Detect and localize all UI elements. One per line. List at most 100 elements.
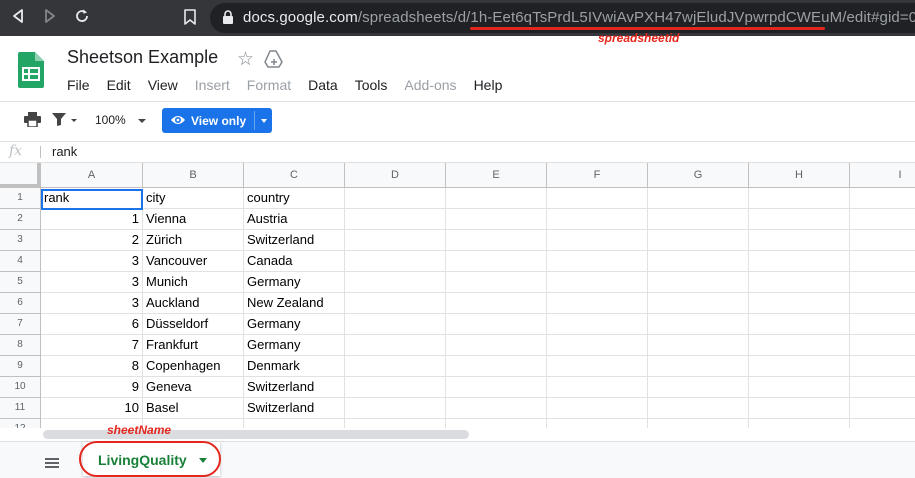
grid-cell[interactable] <box>749 398 850 419</box>
grid-cell[interactable] <box>446 293 547 314</box>
document-title[interactable]: Sheetson Example <box>67 47 218 68</box>
grid-cell[interactable] <box>648 230 749 251</box>
grid-cell[interactable] <box>648 398 749 419</box>
print-icon[interactable] <box>24 112 41 132</box>
menu-format[interactable]: Format <box>247 77 291 93</box>
column-header-i[interactable]: I <box>850 163 915 188</box>
grid-cell[interactable]: 3 <box>41 272 143 293</box>
grid-cell[interactable]: Austria <box>244 209 345 230</box>
grid-cell[interactable]: 2 <box>41 230 143 251</box>
grid-cell[interactable] <box>446 377 547 398</box>
grid-cell[interactable] <box>648 293 749 314</box>
grid-cell[interactable] <box>446 188 547 209</box>
menu-help[interactable]: Help <box>474 77 503 93</box>
grid-cell[interactable] <box>850 419 915 428</box>
grid-cell[interactable] <box>345 293 446 314</box>
grid-cell[interactable]: Copenhagen <box>143 356 244 377</box>
grid-cell[interactable] <box>446 419 547 428</box>
grid-cell[interactable] <box>850 314 915 335</box>
grid-cell[interactable] <box>446 209 547 230</box>
grid-cell[interactable] <box>345 314 446 335</box>
grid-cell[interactable]: Switzerland <box>244 230 345 251</box>
menu-file[interactable]: File <box>67 77 90 93</box>
grid-cell[interactable] <box>244 419 345 428</box>
row-header[interactable]: 9 <box>0 356 41 377</box>
grid-cell[interactable] <box>648 377 749 398</box>
move-to-drive-icon[interactable] <box>264 50 284 68</box>
grid-cell[interactable] <box>648 356 749 377</box>
grid-cell[interactable] <box>446 398 547 419</box>
grid-cell[interactable] <box>850 209 915 230</box>
view-only-button[interactable]: View only <box>162 108 272 133</box>
bookmark-icon[interactable] <box>183 8 199 28</box>
grid-cell[interactable] <box>446 356 547 377</box>
all-sheets-icon[interactable] <box>45 455 59 473</box>
row-header[interactable]: 7 <box>0 314 41 335</box>
column-header-f[interactable]: F <box>547 163 648 188</box>
column-header-e[interactable]: E <box>446 163 547 188</box>
grid-cell[interactable]: Canada <box>244 251 345 272</box>
zoom-chevron-down-icon[interactable] <box>138 119 146 123</box>
url-text[interactable]: docs.google.com/spreadsheets/d/1h-Eet6qT… <box>243 8 915 28</box>
grid-cell[interactable] <box>749 335 850 356</box>
grid-cell[interactable]: 1 <box>41 209 143 230</box>
grid-cell[interactable] <box>749 356 850 377</box>
grid-cell[interactable] <box>547 251 648 272</box>
grid-cell[interactable] <box>749 377 850 398</box>
grid-cell[interactable] <box>749 188 850 209</box>
grid-cell[interactable]: Basel <box>143 398 244 419</box>
grid-cell[interactable] <box>345 272 446 293</box>
filter-icon[interactable] <box>52 112 78 132</box>
grid-cell[interactable]: 3 <box>41 293 143 314</box>
grid-cell[interactable]: 7 <box>41 335 143 356</box>
grid-cell[interactable]: Switzerland <box>244 377 345 398</box>
row-header[interactable]: 12 <box>0 419 41 428</box>
column-header-g[interactable]: G <box>648 163 749 188</box>
menu-tools[interactable]: Tools <box>355 77 388 93</box>
grid-cell[interactable]: Switzerland <box>244 398 345 419</box>
grid-cell[interactable] <box>345 419 446 428</box>
row-header[interactable]: 6 <box>0 293 41 314</box>
column-header-b[interactable]: B <box>143 163 244 188</box>
grid-cell[interactable]: Vienna <box>143 209 244 230</box>
grid-cell[interactable]: Düsseldorf <box>143 314 244 335</box>
grid-cell[interactable]: 9 <box>41 377 143 398</box>
forward-icon[interactable] <box>40 8 60 28</box>
grid-cell[interactable]: Geneva <box>143 377 244 398</box>
grid-cell[interactable]: Zürich <box>143 230 244 251</box>
grid-cell[interactable] <box>547 377 648 398</box>
reload-icon[interactable] <box>72 8 92 28</box>
grid-cell[interactable] <box>749 230 850 251</box>
grid-cell[interactable] <box>446 272 547 293</box>
row-header[interactable]: 11 <box>0 398 41 419</box>
menu-addons[interactable]: Add-ons <box>404 77 456 93</box>
grid-cell[interactable] <box>547 398 648 419</box>
grid-cell[interactable]: Munich <box>143 272 244 293</box>
grid-cell[interactable] <box>547 209 648 230</box>
grid-cell[interactable]: 3 <box>41 251 143 272</box>
grid-cell[interactable] <box>345 398 446 419</box>
grid-cell[interactable] <box>749 251 850 272</box>
grid-cell[interactable] <box>345 209 446 230</box>
grid-cell[interactable] <box>749 272 850 293</box>
grid-cell[interactable] <box>547 356 648 377</box>
grid-cell[interactable] <box>345 377 446 398</box>
menu-view[interactable]: View <box>148 77 178 93</box>
row-header[interactable]: 8 <box>0 335 41 356</box>
row-header[interactable]: 5 <box>0 272 41 293</box>
grid-cell[interactable] <box>547 335 648 356</box>
grid-cell[interactable] <box>648 419 749 428</box>
grid-cell[interactable] <box>749 293 850 314</box>
select-all-corner[interactable] <box>0 163 41 188</box>
sheets-logo-icon[interactable] <box>18 52 44 88</box>
grid-cell[interactable] <box>648 272 749 293</box>
grid-cell[interactable]: Frankfurt <box>143 335 244 356</box>
grid-cell[interactable] <box>850 272 915 293</box>
grid-cell[interactable] <box>345 230 446 251</box>
grid-cell[interactable]: New Zealand <box>244 293 345 314</box>
grid-cell[interactable]: Auckland <box>143 293 244 314</box>
grid-cell[interactable] <box>345 251 446 272</box>
column-header-h[interactable]: H <box>749 163 850 188</box>
grid-cell[interactable] <box>547 272 648 293</box>
back-icon[interactable] <box>8 8 28 28</box>
